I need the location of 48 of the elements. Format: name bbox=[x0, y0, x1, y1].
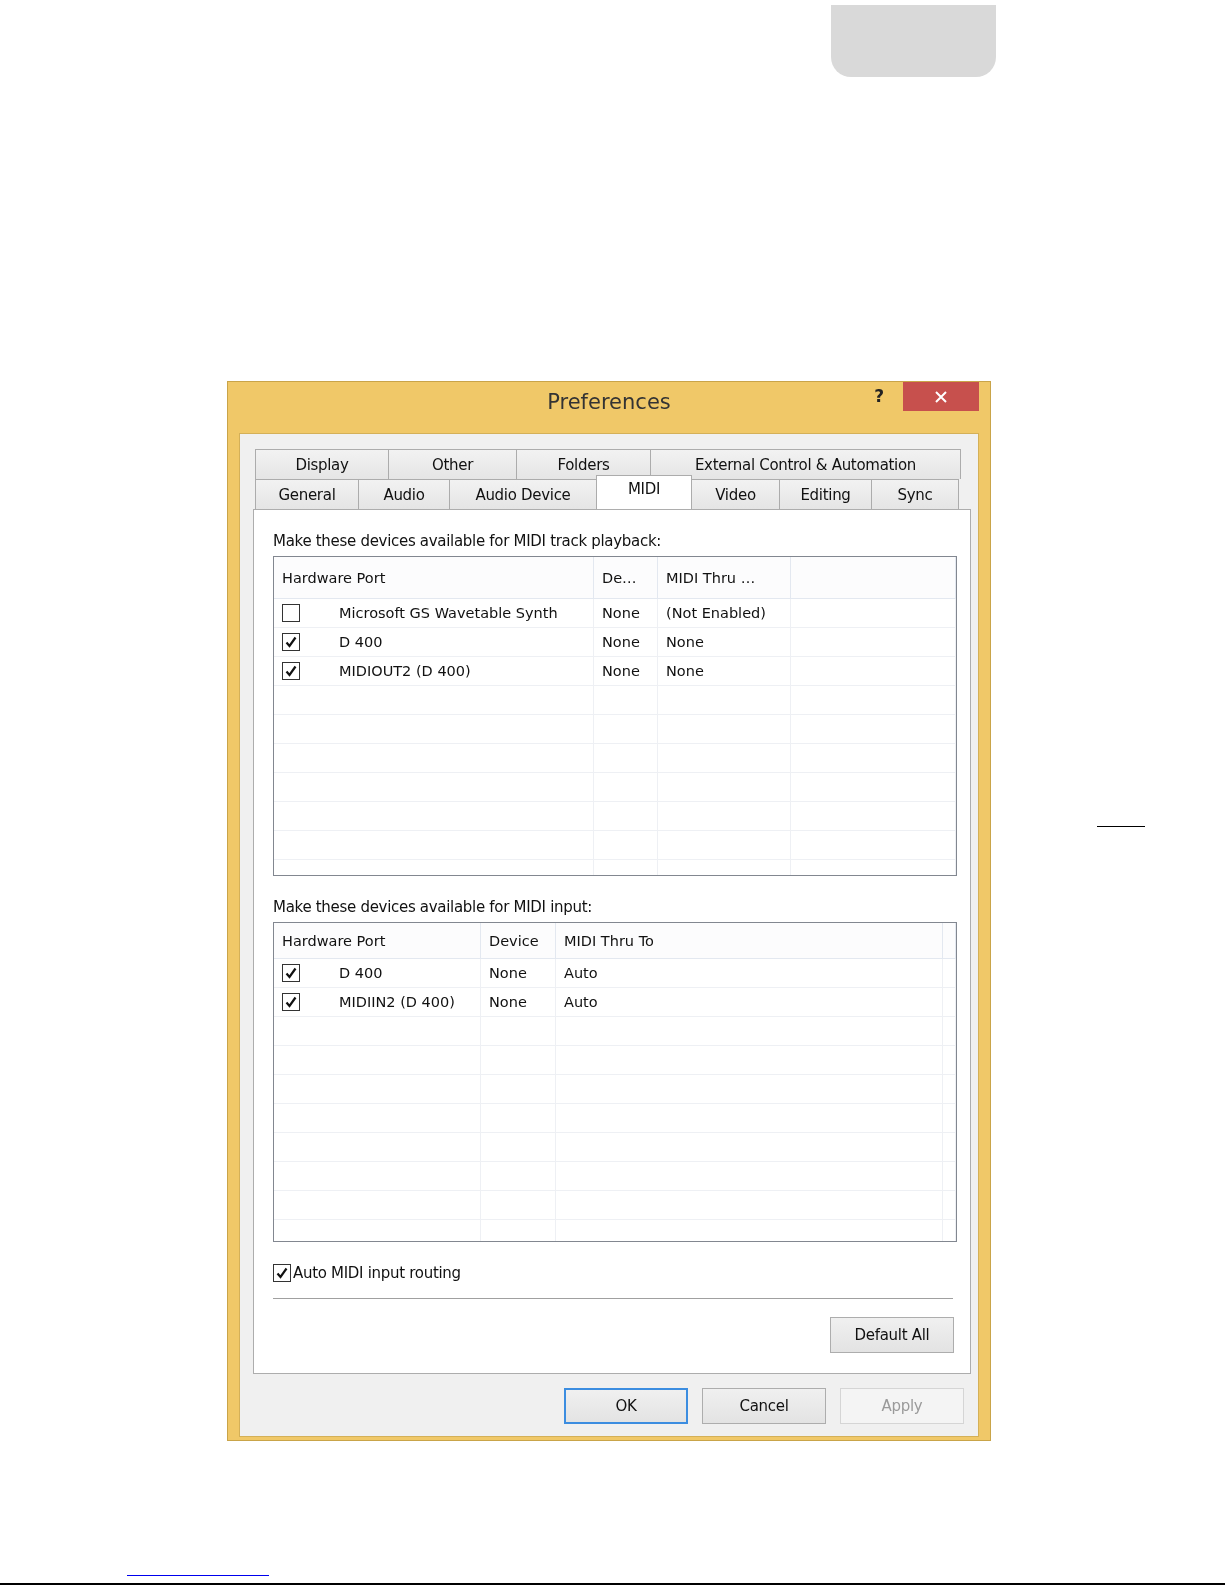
tab[interactable]: Folders bbox=[516, 449, 651, 479]
tab[interactable]: Editing bbox=[779, 479, 872, 509]
table-cell: None bbox=[489, 994, 527, 1010]
tab[interactable]: Video bbox=[691, 479, 780, 509]
table-cell: Auto bbox=[564, 965, 598, 981]
default-all-button[interactable]: Default All bbox=[830, 1317, 954, 1353]
column-header[interactable]: De… bbox=[593, 557, 658, 599]
checkbox[interactable] bbox=[282, 633, 300, 651]
table-cell: D 400 bbox=[339, 634, 383, 650]
column-header[interactable]: Hardware Port bbox=[274, 923, 481, 959]
checkbox[interactable] bbox=[273, 1264, 291, 1282]
table-cell: None bbox=[489, 965, 527, 981]
column-header[interactable]: MIDI Thru … bbox=[657, 557, 791, 599]
table-cell: MIDIOUT2 (D 400) bbox=[339, 663, 471, 679]
window-title: Preferences bbox=[546, 390, 672, 414]
section-label: Make these devices available for MIDI track playback: bbox=[273, 532, 663, 552]
table-cell: None bbox=[602, 605, 640, 621]
tab[interactable]: General bbox=[255, 479, 359, 509]
table-cell: D 400 bbox=[339, 965, 383, 981]
checkbox[interactable] bbox=[282, 993, 300, 1011]
checkbox-label: Auto MIDI input routing bbox=[293, 1264, 461, 1282]
table-cell: None bbox=[602, 634, 640, 650]
table-cell: Auto bbox=[564, 994, 598, 1010]
tab[interactable]: MIDI bbox=[596, 475, 692, 509]
table-cell: None bbox=[602, 663, 640, 679]
column-header[interactable]: Device bbox=[480, 923, 556, 959]
checkbox[interactable] bbox=[282, 964, 300, 982]
close-button[interactable] bbox=[903, 382, 979, 411]
dialog-button[interactable]: Cancel bbox=[702, 1388, 826, 1424]
tab[interactable]: External Control & Automation bbox=[650, 449, 961, 479]
tab[interactable]: Audio Device bbox=[449, 479, 597, 509]
tab[interactable]: Other bbox=[388, 449, 517, 479]
table-cell: Microsoft GS Wavetable Synth bbox=[339, 605, 558, 621]
tab[interactable]: Sync bbox=[871, 479, 959, 509]
tab[interactable]: Display bbox=[255, 449, 389, 479]
table-cell: None bbox=[666, 663, 704, 679]
table-cell: MIDIIN2 (D 400) bbox=[339, 994, 455, 1010]
dialog-button[interactable]: OK bbox=[564, 1388, 688, 1424]
checkbox[interactable] bbox=[282, 604, 300, 622]
tab[interactable]: Audio bbox=[358, 479, 450, 509]
checkbox[interactable] bbox=[282, 662, 300, 680]
table-cell: (Not Enabled) bbox=[666, 605, 766, 621]
help-button[interactable]: ? bbox=[874, 386, 884, 406]
section-label: Make these devices available for MIDI input: bbox=[273, 898, 593, 918]
column-header[interactable]: MIDI Thru To bbox=[555, 923, 943, 959]
column-header[interactable]: Hardware Port bbox=[274, 557, 594, 599]
close-icon bbox=[935, 390, 947, 403]
table-cell: None bbox=[666, 634, 704, 650]
